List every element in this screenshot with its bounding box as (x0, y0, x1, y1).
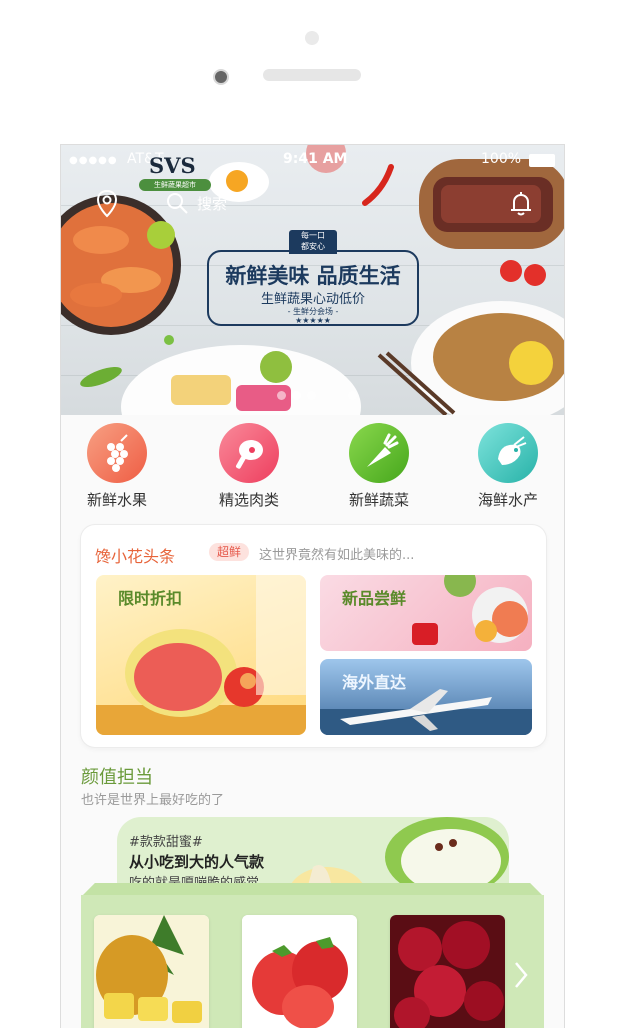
section-subtitle: 也许是世界上最好吃的了 (81, 793, 225, 808)
section-title: 颜值担当 (81, 767, 153, 788)
signal-icon: ●●●●● (69, 155, 118, 166)
category-label: 新鲜蔬菜 (348, 491, 409, 509)
banner-page-dot[interactable] (348, 391, 357, 400)
banner-stars: ★★★★★ (295, 316, 331, 325)
sign-tag-line1: 每一口 (301, 231, 325, 240)
status-time: 9:41 AM (283, 151, 348, 167)
category-row: 新鲜水果 精选肉类 新鲜蔬菜 海鲜水产 (61, 423, 564, 513)
banner-headline: 新鲜美味 品质生活 (225, 264, 401, 288)
product-card-pineapple[interactable] (94, 915, 209, 1028)
headline-ticker[interactable]: 这世界竟然有如此美味的... (259, 544, 414, 563)
promo-overseas[interactable]: 海外直达 (320, 659, 532, 735)
banner-page-dot[interactable] (307, 391, 316, 400)
search-placeholder: 搜索 (197, 195, 228, 213)
banner-signboard: 每一口 都安心 新鲜美味 品质生活 生鲜蔬果心动低价 - 生鲜分会场 - ★★★… (207, 230, 419, 326)
pineapple-image (94, 915, 209, 1028)
promo-flash-sale[interactable]: 限时折扣 (96, 575, 306, 735)
bell-icon[interactable] (509, 191, 533, 217)
banner-subline: 生鲜蔬果心动低价 (260, 292, 365, 307)
feature-headline: 从小吃到大的人气款 (129, 853, 265, 871)
banner-page-dot-active[interactable] (292, 391, 301, 400)
category-label: 新鲜水果 (86, 491, 147, 509)
chevron-right-icon[interactable] (513, 960, 529, 990)
logo-text: SVS (149, 153, 196, 178)
proximity-sensor (213, 69, 229, 85)
carrot-icon (349, 423, 409, 483)
battery-percent: 100% (481, 151, 522, 167)
promo-label: 新品尝鲜 (342, 589, 407, 608)
banner-page-dot[interactable] (277, 391, 286, 400)
shrimp-icon (478, 423, 538, 483)
headline-card: 馋小花头条 超鲜 这世界竟然有如此美味的... 限时折扣 新品尝鲜 海外直达 (81, 525, 546, 747)
search-icon (167, 193, 188, 214)
battery-icon (529, 154, 555, 167)
earpiece-speaker (263, 69, 361, 81)
category-fruit[interactable]: 新鲜水果 (67, 423, 167, 510)
grapes-icon (87, 423, 147, 483)
category-label: 精选肉类 (218, 491, 279, 509)
feature-hashtag: #款款甜蜜# (129, 835, 203, 850)
category-meat[interactable]: 精选肉类 (199, 423, 299, 510)
category-vegetable[interactable]: 新鲜蔬菜 (329, 423, 429, 510)
category-label: 海鲜水产 (477, 491, 538, 509)
location-pin-icon[interactable] (95, 189, 119, 219)
headline-title: 馋小花头条 (95, 547, 176, 566)
meat-icon (219, 423, 279, 483)
category-seafood[interactable]: 海鲜水产 (458, 423, 558, 510)
promo-new-arrival[interactable]: 新品尝鲜 (320, 575, 532, 651)
product-card-strawberry[interactable] (242, 915, 357, 1028)
promo-label: 限时折扣 (118, 589, 183, 608)
search-bar[interactable]: 搜索 (165, 189, 285, 217)
strawberry-image (242, 915, 357, 1028)
product-card-cherry[interactable] (390, 915, 505, 1028)
front-camera (305, 31, 319, 45)
hero-banner[interactable]: ●●●●● AT&T 9:41 AM 100% SVS 生鲜蔬果超市 搜索 每一… (61, 145, 564, 415)
headline-badge: 超鲜 (209, 543, 249, 561)
cherry-image (390, 915, 505, 1028)
app-screen: ●●●●● AT&T 9:41 AM 100% SVS 生鲜蔬果超市 搜索 每一… (60, 144, 565, 1028)
promo-label: 海外直达 (342, 673, 407, 692)
